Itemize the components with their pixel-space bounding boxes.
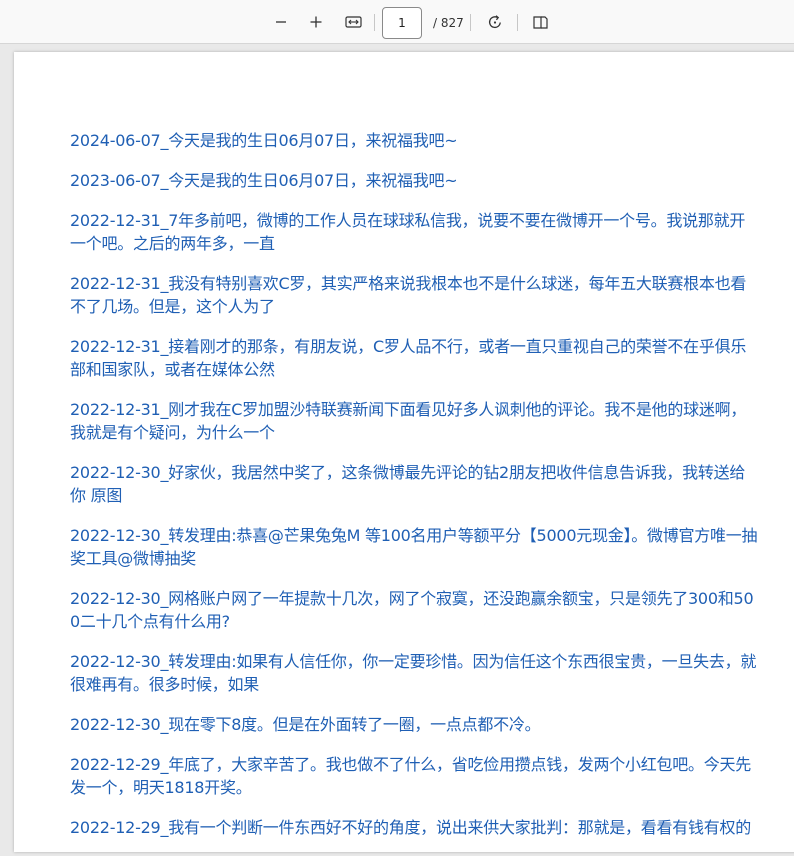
page-number-input[interactable] xyxy=(382,7,422,39)
list-item[interactable]: 2022-12-29_我有一个判断一件东西好不好的角度，说出来供大家批判：那就是… xyxy=(70,816,760,839)
plus-icon xyxy=(309,15,323,29)
rotate-icon xyxy=(487,14,503,30)
pdf-toolbar: / 827 xyxy=(0,0,794,44)
entry-list: 2024-06-07_今天是我的生日06月07日，来祝福我吧~ 2023-06-… xyxy=(70,129,760,856)
page-view-button[interactable] xyxy=(526,8,554,36)
fit-width-button[interactable] xyxy=(339,8,367,36)
list-item[interactable]: 2022-12-30_转发理由:恭喜@芒果兔兔M 等100名用户等额平分【500… xyxy=(70,524,760,570)
list-item[interactable]: 2023-06-07_今天是我的生日06月07日，来祝福我吧~ xyxy=(70,169,760,192)
list-item[interactable]: 2022-12-30_现在零下8度。但是在外面转了一圈，一点点都不冷。 xyxy=(70,713,760,736)
rotate-button[interactable] xyxy=(481,8,509,36)
toolbar-divider xyxy=(374,14,375,31)
list-item[interactable]: 2022-12-31_7年多前吧，微博的工作人员在球球私信我，说要不要在微博开一… xyxy=(70,209,760,255)
zoom-in-button[interactable] xyxy=(302,8,330,36)
list-item[interactable]: 2022-12-30_好家伙，我居然中奖了，这条微博最先评论的钻2朋友把收件信息… xyxy=(70,461,760,507)
list-item[interactable]: 2022-12-31_我没有特别喜欢C罗，其实严格来说我根本也不是什么球迷，每年… xyxy=(70,272,760,318)
minus-icon xyxy=(274,15,288,29)
list-item[interactable]: 2024-06-07_今天是我的生日06月07日，来祝福我吧~ xyxy=(70,129,760,152)
toolbar-divider xyxy=(517,14,518,31)
list-item[interactable]: 2022-12-30_网格账户网了一年提款十几次，网了个寂寞，还没跑赢余额宝，只… xyxy=(70,587,760,633)
document-page: 2024-06-07_今天是我的生日06月07日，来祝福我吧~ 2023-06-… xyxy=(14,52,794,852)
page-total: / 827 xyxy=(433,16,464,30)
zoom-out-button[interactable] xyxy=(267,8,295,36)
list-item[interactable]: 2022-12-31_刚才我在C罗加盟沙特联赛新闻下面看见好多人讽刺他的评论。我… xyxy=(70,398,760,444)
toolbar-divider xyxy=(470,14,471,31)
page-view-icon xyxy=(532,15,549,30)
fit-width-icon xyxy=(344,15,362,29)
list-item[interactable]: 2022-12-29_年底了，大家辛苦了。我也做不了什么，省吃俭用攒点钱，发两个… xyxy=(70,753,760,799)
list-item[interactable]: 2022-12-31_接着刚才的那条，有朋友说，C罗人品不行，或者一直只重视自己… xyxy=(70,335,760,381)
list-item[interactable]: 2022-12-30_转发理由:如果有人信任你，你一定要珍惜。因为信任这个东西很… xyxy=(70,650,760,696)
